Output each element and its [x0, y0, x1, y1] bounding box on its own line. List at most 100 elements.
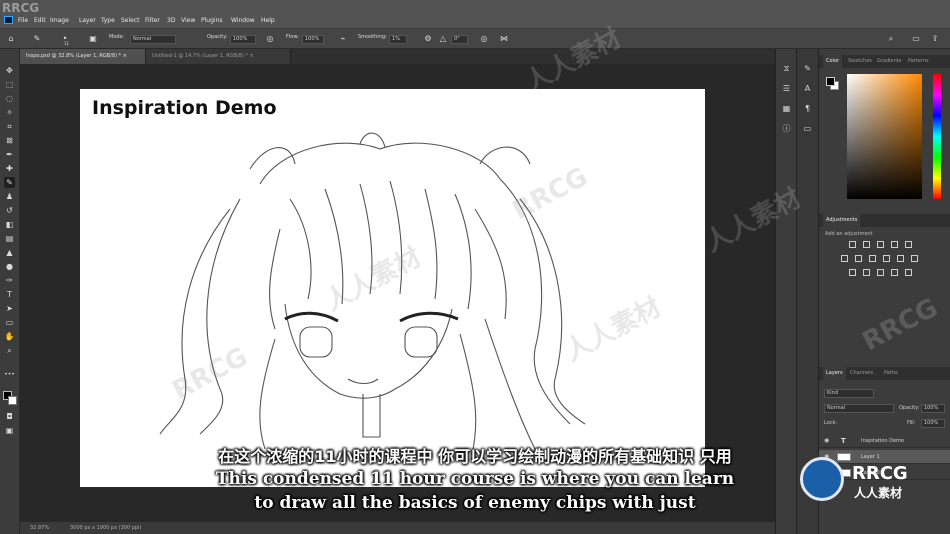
menu-help[interactable]: Help — [261, 17, 275, 24]
move-tool-icon[interactable]: ✥ — [4, 65, 15, 76]
tab-swatches[interactable]: Swatches — [845, 55, 875, 68]
brush-tool-icon[interactable]: ✎ — [32, 34, 42, 44]
selective-color-icon[interactable] — [905, 269, 912, 276]
tab-paths[interactable]: Paths — [881, 367, 901, 380]
history-panel-icon[interactable]: ⧖ — [781, 63, 792, 74]
share-icon[interactable]: ⇪ — [930, 34, 940, 44]
brush-settings-icon[interactable]: ▣ — [88, 34, 98, 44]
symmetry-icon[interactable]: ⋈ — [499, 34, 509, 44]
home-icon[interactable]: ⌂ — [6, 34, 16, 44]
menu-layer[interactable]: Layer — [79, 17, 96, 24]
lasso-tool-icon[interactable]: ◌ — [4, 93, 15, 104]
menu-file[interactable]: File — [18, 17, 28, 24]
glyphs-panel-icon[interactable]: ▭ — [802, 123, 813, 134]
type-tool-icon[interactable]: T — [4, 289, 15, 300]
tab-color[interactable]: Color — [823, 55, 843, 68]
zoom-tool-icon[interactable]: ⌕ — [4, 345, 15, 356]
menu-select[interactable]: Select — [121, 17, 140, 24]
logo-text-top: RRCG — [852, 463, 908, 484]
menu-type[interactable]: Type — [101, 17, 115, 24]
logo-text-bottom: 人人素材 — [854, 486, 903, 500]
gradient-tool-icon[interactable]: ▤ — [4, 233, 15, 244]
flow-input[interactable]: 100% — [302, 35, 324, 44]
photo-filter-icon[interactable] — [883, 255, 890, 262]
tab-inspo[interactable]: Inspo.psd @ 32.8% (Layer 1, RGB/8) * × — [20, 49, 146, 64]
tab-adjustments[interactable]: Adjustments — [823, 214, 861, 227]
libraries-panel-icon[interactable]: ▦ — [781, 103, 792, 114]
gradient-map-icon[interactable] — [891, 269, 898, 276]
crop-tool-icon[interactable]: ⌗ — [4, 121, 15, 132]
stamp-tool-icon[interactable]: ♟ — [4, 191, 15, 202]
mode-select[interactable]: Normal — [130, 35, 176, 44]
workspace-icon[interactable]: ▭ — [911, 34, 921, 44]
angle-input[interactable]: 0° — [451, 35, 468, 44]
layer-filter-kind[interactable]: Kind — [824, 389, 874, 398]
angle-icon[interactable]: △ — [438, 34, 448, 44]
brushes-panel-icon[interactable]: ✎ — [802, 63, 813, 74]
background-color-swatch[interactable] — [8, 396, 17, 405]
blend-mode-select[interactable]: Normal — [824, 404, 894, 413]
pressure-size-icon[interactable]: ◎ — [479, 34, 489, 44]
hue-slider[interactable] — [933, 74, 941, 199]
menu-3d[interactable]: 3D — [167, 17, 175, 24]
paragraph-panel-icon[interactable]: ¶ — [802, 103, 813, 114]
menu-window[interactable]: Window — [231, 17, 255, 24]
quick-mask-icon[interactable]: ◘ — [4, 411, 15, 422]
channel-mixer-icon[interactable] — [897, 255, 904, 262]
blur-tool-icon[interactable]: ▲ — [4, 247, 15, 258]
invert-icon[interactable] — [849, 269, 856, 276]
color-lookup-icon[interactable] — [911, 255, 918, 262]
menu-image[interactable]: Image — [50, 17, 69, 24]
menu-view[interactable]: View — [181, 17, 195, 24]
eraser-tool-icon[interactable]: ◧ — [4, 219, 15, 230]
info-panel-icon[interactable]: ⓘ — [781, 123, 792, 134]
smoothing-settings-icon[interactable]: ⚙ — [423, 34, 433, 44]
history-brush-tool-icon[interactable]: ↺ — [4, 205, 15, 216]
eyedropper-tool-icon[interactable]: ✒ — [4, 149, 15, 160]
posterize-icon[interactable] — [863, 269, 870, 276]
tab-gradients[interactable]: Gradients — [874, 55, 904, 68]
layer-opacity-input[interactable]: 100% — [921, 404, 945, 413]
curves-icon[interactable] — [877, 241, 884, 248]
screen-mode-icon[interactable]: ▣ — [4, 425, 15, 436]
dodge-tool-icon[interactable]: ● — [4, 261, 15, 272]
photoshop-logo-icon[interactable] — [4, 16, 13, 24]
threshold-icon[interactable] — [877, 269, 884, 276]
character-panel-icon[interactable]: A — [802, 83, 813, 94]
opacity-input[interactable]: 100% — [230, 35, 256, 44]
black-white-icon[interactable] — [869, 255, 876, 262]
more-tools-icon[interactable]: ••• — [4, 369, 15, 380]
foreground-color-chip[interactable] — [826, 77, 835, 86]
pressure-opacity-icon[interactable]: ◎ — [265, 34, 275, 44]
fill-input[interactable]: 100% — [921, 419, 945, 428]
color-field-picker[interactable] — [847, 74, 922, 199]
tab-untitled[interactable]: Untitled-1 @ 14.7% (Layer 1, RGB/8) * × — [146, 49, 291, 64]
tab-channels[interactable]: Channels — [847, 367, 876, 380]
properties-panel-icon[interactable]: ☰ — [781, 83, 792, 94]
search-icon[interactable]: ⌕ — [886, 34, 896, 44]
path-select-tool-icon[interactable]: ➤ — [4, 303, 15, 314]
levels-icon[interactable] — [863, 241, 870, 248]
smoothing-input[interactable]: 1% — [389, 35, 407, 44]
menu-edit[interactable]: Edit — [34, 17, 46, 24]
vibrance-icon[interactable] — [905, 241, 912, 248]
shape-tool-icon[interactable]: ▭ — [4, 317, 15, 328]
airbrush-icon[interactable]: ⌁ — [338, 34, 348, 44]
hue-saturation-icon[interactable] — [841, 255, 848, 262]
brush-tool-icon[interactable]: ✎ — [4, 177, 15, 188]
menu-filter[interactable]: Filter — [145, 17, 160, 24]
menu-plugins[interactable]: Plugins — [201, 17, 223, 24]
healing-tool-icon[interactable]: ✚ — [4, 163, 15, 174]
pen-tool-icon[interactable]: ✑ — [4, 275, 15, 286]
tab-patterns[interactable]: Patterns — [905, 55, 932, 68]
quick-select-tool-icon[interactable]: ✧ — [4, 107, 15, 118]
hand-tool-icon[interactable]: ✋ — [4, 331, 15, 342]
brightness-contrast-icon[interactable] — [849, 241, 856, 248]
tab-layers[interactable]: Layers — [823, 367, 846, 380]
color-balance-icon[interactable] — [855, 255, 862, 262]
zoom-level[interactable]: 32.87% — [30, 525, 49, 531]
exposure-icon[interactable] — [891, 241, 898, 248]
marquee-tool-icon[interactable]: ⬚ — [4, 79, 15, 90]
document-canvas[interactable]: Inspiration Demo RRCG 人人素材 RRCG 人人素材 — [80, 89, 705, 487]
frame-tool-icon[interactable]: ⊠ — [4, 135, 15, 146]
